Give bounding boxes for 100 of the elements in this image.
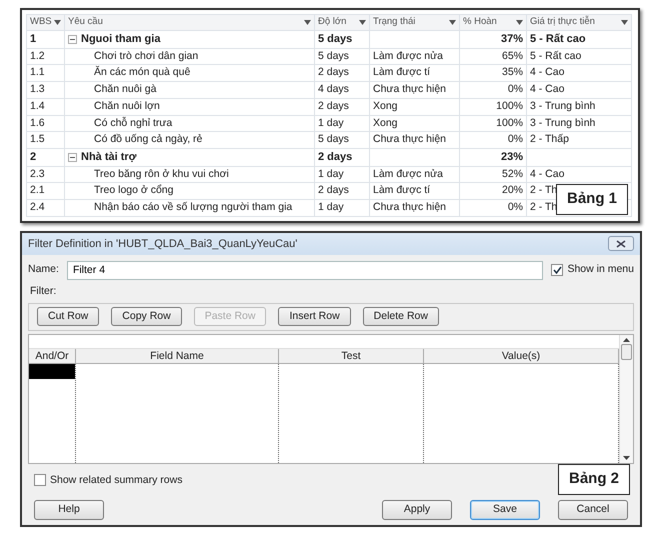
percent-cell: 0% (460, 82, 526, 98)
header-label: Trạng thái (373, 15, 416, 30)
task-name: Treo logo ở cổng (94, 183, 174, 198)
collapse-icon[interactable] (68, 34, 77, 44)
scroll-down-icon[interactable] (623, 456, 630, 460)
duration-cell: 2 days (314, 64, 370, 82)
header-label: Giá trị thực tiễn (530, 15, 595, 30)
wbs-cell: 1.6 (26, 115, 64, 132)
percent-cell: 100% (460, 115, 526, 132)
task-name: Ăn các món quà quê (94, 65, 190, 80)
collapse-icon[interactable] (68, 152, 77, 162)
value-cell: 3 - Trung bình (526, 115, 632, 132)
wbs-cell: 2.3 (26, 166, 64, 183)
duration-cell: 5 days (314, 48, 370, 65)
value-cell: 4 - Cao (526, 82, 632, 98)
status-cell: Xong (370, 98, 460, 115)
duration-cell: 5 days (314, 30, 370, 48)
duration-cell: 5 days (314, 132, 370, 148)
column-header[interactable]: % Hoàn (460, 14, 526, 30)
task-name: Nguoi tham gia (81, 32, 160, 47)
value-cell: 2 - Thấp (526, 132, 632, 148)
scroll-up-icon[interactable] (623, 338, 630, 342)
value-cell: 3 - Trung bình (526, 98, 632, 115)
duration-cell: 2 days (314, 148, 370, 166)
task-name: Có đồ uống cả ngày, rẻ (94, 132, 202, 148)
scrollbar[interactable] (619, 334, 633, 462)
checkbox-label: Show in menu (567, 262, 634, 278)
field-label: Name: (28, 262, 59, 278)
status-cell: Chưa thực hiện (370, 200, 460, 216)
dropdown-arrow-icon[interactable] (621, 20, 628, 25)
percent-cell: 0% (460, 200, 526, 216)
column-header[interactable]: Yêu cầu (64, 14, 314, 30)
dropdown-arrow-icon[interactable] (54, 20, 61, 25)
dropdown-arrow-icon[interactable] (449, 20, 456, 25)
percent-cell: 23% (460, 148, 526, 166)
status-cell: Xong (370, 115, 460, 132)
column-header[interactable]: Trạng thái (370, 14, 460, 30)
checkbox[interactable] (551, 264, 564, 276)
toolbar-button[interactable]: Delete Row (362, 307, 439, 326)
status-cell: Làm được tí (370, 182, 460, 200)
dropdown-arrow-icon[interactable] (359, 20, 366, 25)
wbs-cell: 1 (26, 30, 64, 48)
close-icon (616, 240, 626, 248)
duration-cell: 1 day (314, 115, 370, 132)
status-cell: Làm được nửa (370, 48, 460, 65)
task-name: Nhà tài trợ (81, 150, 136, 165)
status-cell: Chưa thực hiện (370, 132, 460, 148)
dropdown-arrow-icon[interactable] (516, 20, 523, 25)
caption-label: Bảng 2 (558, 464, 630, 495)
scroll-thumb[interactable] (621, 344, 632, 360)
header-label: Độ lớn (318, 15, 346, 30)
toolbar-button[interactable]: Cut Row (37, 307, 100, 326)
task-name: Chăn nuôi gà (94, 82, 156, 97)
task-name: Chơi trò chơi dân gian (94, 48, 198, 64)
percent-cell: 20% (460, 182, 526, 200)
wbs-cell: 1.3 (26, 82, 64, 98)
toolbar-button[interactable]: Copy Row (111, 307, 182, 326)
duration-cell: 1 day (314, 200, 370, 216)
column-header[interactable]: Giá trị thực tiễn (526, 14, 632, 30)
percent-cell: 52% (460, 166, 526, 183)
duration-cell: 2 days (314, 182, 370, 200)
wbs-cell: 2.4 (26, 200, 64, 216)
value-cell: 4 - Cao (526, 64, 632, 82)
value-cell: 5 - Rất cao (526, 48, 632, 65)
name-field[interactable]: Filter 4 (66, 260, 544, 280)
percent-cell: 0% (460, 132, 526, 148)
toolbar-button[interactable]: Insert Row (278, 307, 351, 326)
dialog-button[interactable]: Cancel (558, 500, 628, 520)
task-name: Có chỗ nghỉ trưa (94, 116, 172, 130)
grid-cell[interactable] (29, 364, 75, 378)
grid-column-header: And/Or (29, 348, 76, 362)
wbs-cell: 2 (26, 148, 64, 166)
wbs-cell: 1.2 (26, 48, 64, 65)
column-header[interactable]: Độ lớn (314, 14, 370, 30)
percent-cell: 65% (460, 48, 526, 65)
dialog-button[interactable]: Help (34, 500, 104, 520)
value-cell: 5 - Rất cao (526, 30, 632, 48)
dialog-button[interactable]: Save (470, 500, 540, 520)
column-header[interactable]: WBS (26, 14, 64, 30)
wbs-cell: 1.4 (26, 98, 64, 115)
wbs-cell: 1.5 (26, 132, 64, 148)
status-cell: Làm được nửa (370, 166, 460, 183)
field-label: Filter: (30, 284, 56, 297)
duration-cell: 2 days (314, 98, 370, 115)
checkbox-label: Show related summary rows (50, 472, 182, 488)
grid-column-header: Test (279, 348, 424, 362)
status-cell: Làm được tí (370, 64, 460, 82)
percent-cell: 35% (460, 64, 526, 82)
percent-cell: 37% (460, 30, 526, 48)
task-name: Chăn nuôi lợn (94, 98, 160, 114)
task-name: Treo băng rôn ở khu vui chơi (94, 166, 229, 182)
grid-column-header: Field Name (76, 348, 279, 362)
wbs-cell: 1.1 (26, 64, 64, 82)
dropdown-arrow-icon[interactable] (304, 20, 311, 25)
duration-cell: 4 days (314, 82, 370, 98)
header-label: Yêu cầu (68, 15, 103, 30)
checkbox[interactable] (34, 474, 46, 486)
percent-cell: 100% (460, 98, 526, 115)
close-button[interactable] (608, 236, 634, 252)
dialog-button[interactable]: Apply (382, 500, 452, 520)
